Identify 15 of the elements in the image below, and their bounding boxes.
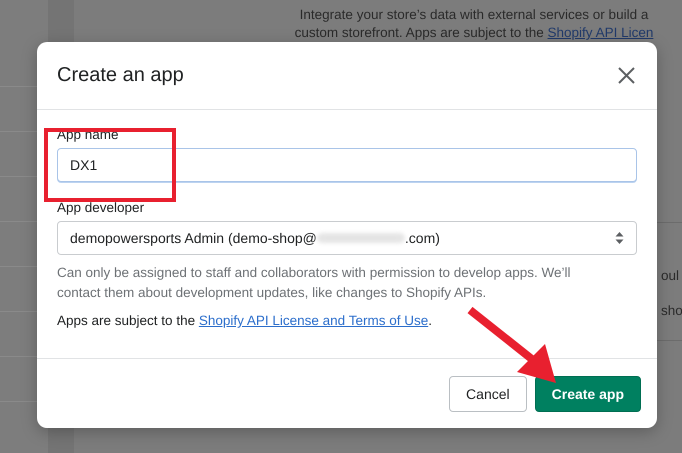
create-button[interactable]: Create app (534, 376, 641, 412)
background-text: sho (661, 303, 682, 318)
description-text: Integrate your store’s data with external services or build a (298, 6, 650, 24)
field-label: App developer (57, 200, 144, 215)
sort-arrows-icon (615, 232, 624, 244)
help-text: Can only be assigned to staff and collaborators with permission to develop apps. We’ll contact them about development updates, like changes to Shopify APIs. (57, 264, 572, 302)
text-field[interactable]: DX1 (57, 148, 637, 182)
cancel-button[interactable]: Cancel (449, 376, 527, 412)
dialog-title: Create an app (57, 64, 184, 87)
background-text: oul (661, 268, 680, 283)
terms-text: Apps are subject to the Shopify API License and Terms of Use. (57, 312, 433, 330)
select-field[interactable]: demopowersports Admin (demo-shop@ .com) (57, 221, 637, 255)
description-text: custom storefront. Apps are subject to the Shopify API Licen (294, 24, 654, 42)
close-icon[interactable] (618, 67, 635, 84)
terms-link[interactable]: Shopify API License and Terms of Use (198, 313, 428, 328)
